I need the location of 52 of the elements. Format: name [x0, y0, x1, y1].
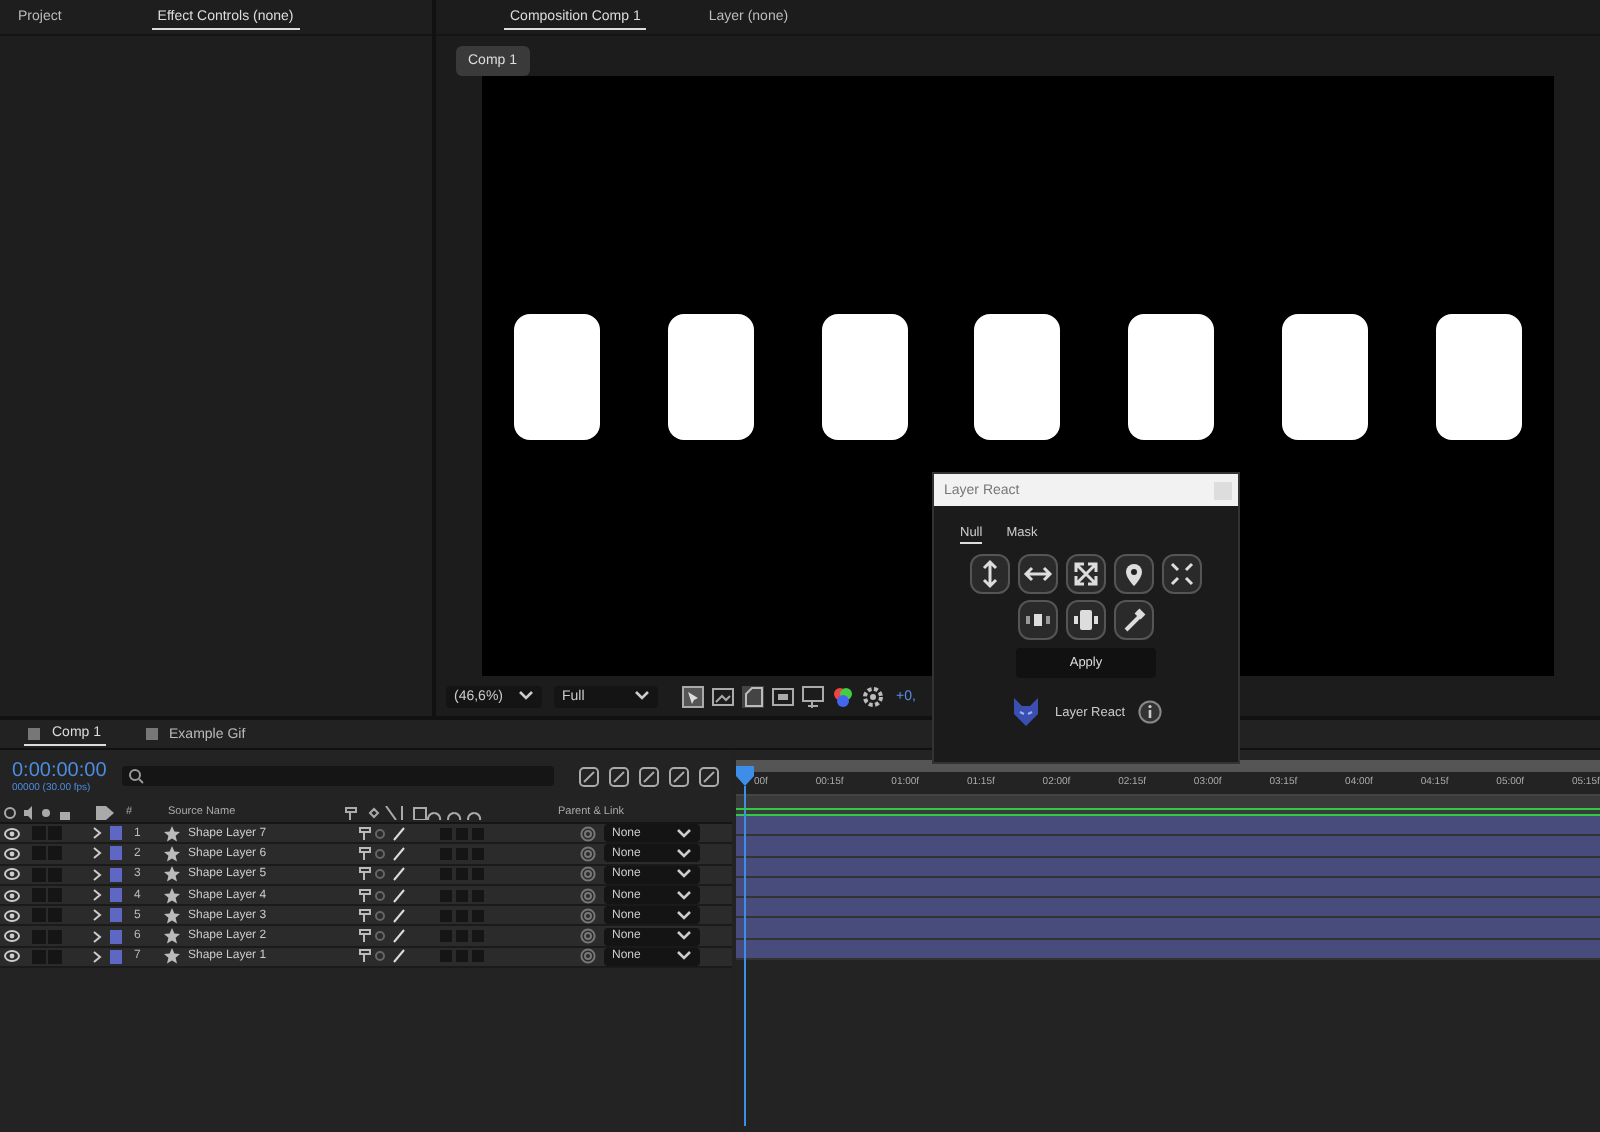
snapshot-icon[interactable]	[802, 685, 824, 707]
safe-area-icon[interactable]	[772, 685, 794, 707]
eye-icon[interactable]	[4, 847, 20, 860]
label-swatch[interactable]	[110, 846, 122, 861]
star-icon[interactable]	[164, 887, 180, 904]
layer-switches-icon[interactable]	[356, 907, 408, 924]
layer-switches-icon[interactable]	[356, 866, 408, 883]
layer-switches-icon[interactable]	[356, 887, 408, 904]
layer-switches-icon[interactable]	[356, 948, 408, 965]
color-channels-icon[interactable]	[832, 685, 854, 707]
search-field[interactable]	[122, 766, 554, 786]
rounded-rectangle	[667, 313, 754, 439]
label-swatch[interactable]	[110, 888, 122, 903]
star-icon[interactable]	[164, 948, 180, 965]
wolf-logo-icon[interactable]	[1010, 696, 1043, 728]
rounded-rectangle	[1282, 313, 1369, 439]
playhead-icon[interactable]	[736, 766, 754, 786]
label-swatch[interactable]	[110, 949, 122, 964]
eye-icon[interactable]	[4, 889, 20, 902]
timecode[interactable]: 0:00:00:00	[12, 759, 107, 781]
info-icon[interactable]	[1137, 700, 1162, 724]
star-icon[interactable]	[164, 866, 180, 883]
star-icon[interactable]	[164, 825, 180, 842]
star-icon[interactable]	[164, 845, 180, 862]
rounded-rectangle	[974, 313, 1061, 439]
rounded-rectangle	[1435, 313, 1522, 439]
label-icon[interactable]	[96, 805, 114, 819]
label-swatch[interactable]	[110, 929, 122, 944]
layer-switches-icon[interactable]	[356, 845, 408, 862]
star-icon[interactable]	[164, 928, 180, 945]
gear-icon[interactable]	[862, 685, 884, 707]
eye-icon[interactable]	[4, 868, 20, 881]
layer-switches-icon[interactable]	[342, 805, 482, 819]
eye-icon[interactable]	[4, 827, 20, 840]
layer-switches-icon[interactable]	[356, 825, 408, 842]
caret-icon[interactable]	[634, 690, 650, 702]
star-icon[interactable]	[164, 907, 180, 924]
caret-icon[interactable]	[518, 690, 534, 702]
region-icon[interactable]	[682, 685, 704, 707]
rounded-rectangle	[514, 313, 600, 439]
label-swatch[interactable]	[110, 867, 122, 882]
search-icon[interactable]	[128, 768, 149, 784]
mask-path-icon[interactable]	[742, 685, 764, 707]
eye-icon[interactable]	[4, 930, 20, 943]
layer-switches-icon[interactable]	[356, 928, 408, 945]
label-swatch[interactable]	[110, 908, 122, 923]
rounded-rectangle	[1128, 313, 1215, 439]
label-swatch[interactable]	[110, 826, 122, 841]
eye-icon[interactable]	[4, 909, 20, 922]
rounded-rectangle	[821, 313, 908, 439]
transparency-grid-icon[interactable]	[712, 685, 734, 707]
eye-icon[interactable]	[4, 950, 20, 963]
